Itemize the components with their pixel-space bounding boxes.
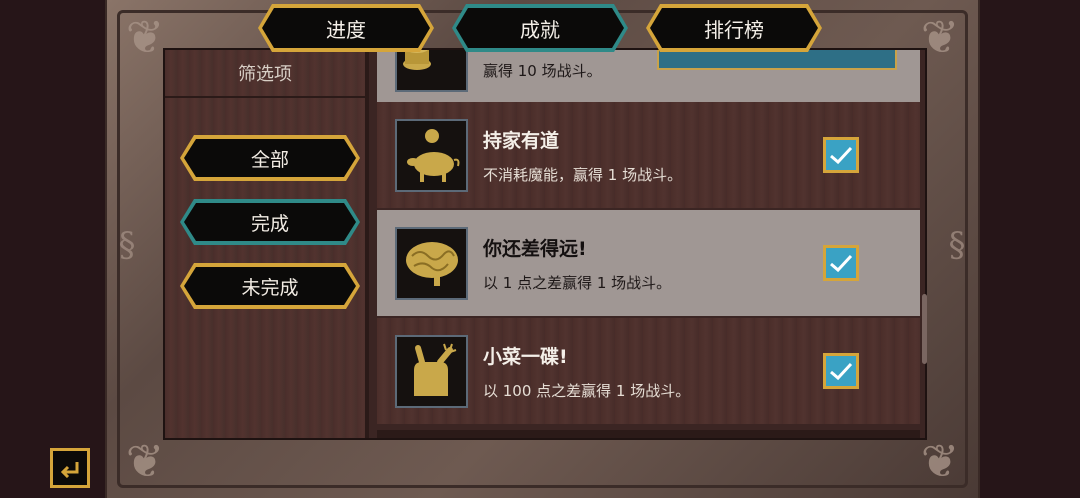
frame-swirl-icon: §	[118, 225, 136, 265]
filter-incomplete-label: 未完成	[184, 267, 356, 305]
pig-coin-icon	[395, 119, 468, 192]
achievement-title: 小菜一碟!	[483, 346, 568, 368]
achievement-title: 持家有道	[483, 130, 560, 152]
tab-leaderboard-label: 排行榜	[650, 8, 818, 48]
checkmark-icon	[830, 146, 853, 165]
achievement-desc: 以 100 点之差赢得 1 场战斗。	[483, 382, 691, 400]
right-margin	[980, 0, 1080, 498]
filter-completed-button[interactable]: 完成	[180, 199, 360, 245]
tab-leaderboard[interactable]: 排行榜	[646, 4, 822, 52]
back-button[interactable]	[50, 448, 90, 488]
list-item: 持家有道 不消耗魔能，赢得 1 场战斗。	[377, 102, 920, 208]
achievement-list[interactable]: 赢得 10 场战斗。 持家有道 不消耗魔能，赢得 1 场战斗。 你还差得远! 以…	[377, 50, 920, 430]
tab-progress[interactable]: 进度	[258, 4, 434, 52]
checkmark-icon	[830, 254, 853, 273]
list-bottom-edge	[377, 430, 920, 438]
left-margin	[0, 0, 105, 498]
completed-checkbox	[823, 353, 859, 389]
tab-achievements[interactable]: 成就	[452, 4, 628, 52]
filter-incomplete-button[interactable]: 未完成	[180, 263, 360, 309]
list-item: 你还差得远! 以 1 点之差赢得 1 场战斗。	[377, 210, 920, 316]
completed-checkbox	[823, 245, 859, 281]
filter-title: 筛选项	[165, 50, 365, 98]
filter-all-button[interactable]: 全部	[180, 135, 360, 181]
tab-achievements-label: 成就	[456, 8, 624, 48]
checkmark-icon	[830, 362, 853, 381]
achievement-title: 你还差得远!	[483, 238, 587, 260]
list-item: 赢得 10 场战斗。	[377, 50, 920, 102]
trophy-stack-icon	[395, 50, 468, 92]
frame-swirl-icon: §	[948, 225, 966, 265]
filter-all-label: 全部	[184, 139, 356, 177]
list-item: 小菜一碟! 以 100 点之差赢得 1 场战斗。	[377, 318, 920, 424]
tab-progress-label: 进度	[262, 8, 430, 48]
achievement-banner	[657, 50, 897, 70]
completed-checkbox	[823, 137, 859, 173]
filter-completed-label: 完成	[184, 203, 356, 241]
back-arrow-icon	[60, 462, 79, 478]
brain-icon	[395, 227, 468, 300]
achievement-desc: 以 1 点之差赢得 1 场战斗。	[483, 274, 672, 292]
list-scrollbar[interactable]	[922, 294, 927, 364]
snapping-hand-icon	[395, 335, 468, 408]
achievement-desc: 不消耗魔能，赢得 1 场战斗。	[483, 166, 683, 184]
achievement-desc: 赢得 10 场战斗。	[483, 62, 602, 80]
